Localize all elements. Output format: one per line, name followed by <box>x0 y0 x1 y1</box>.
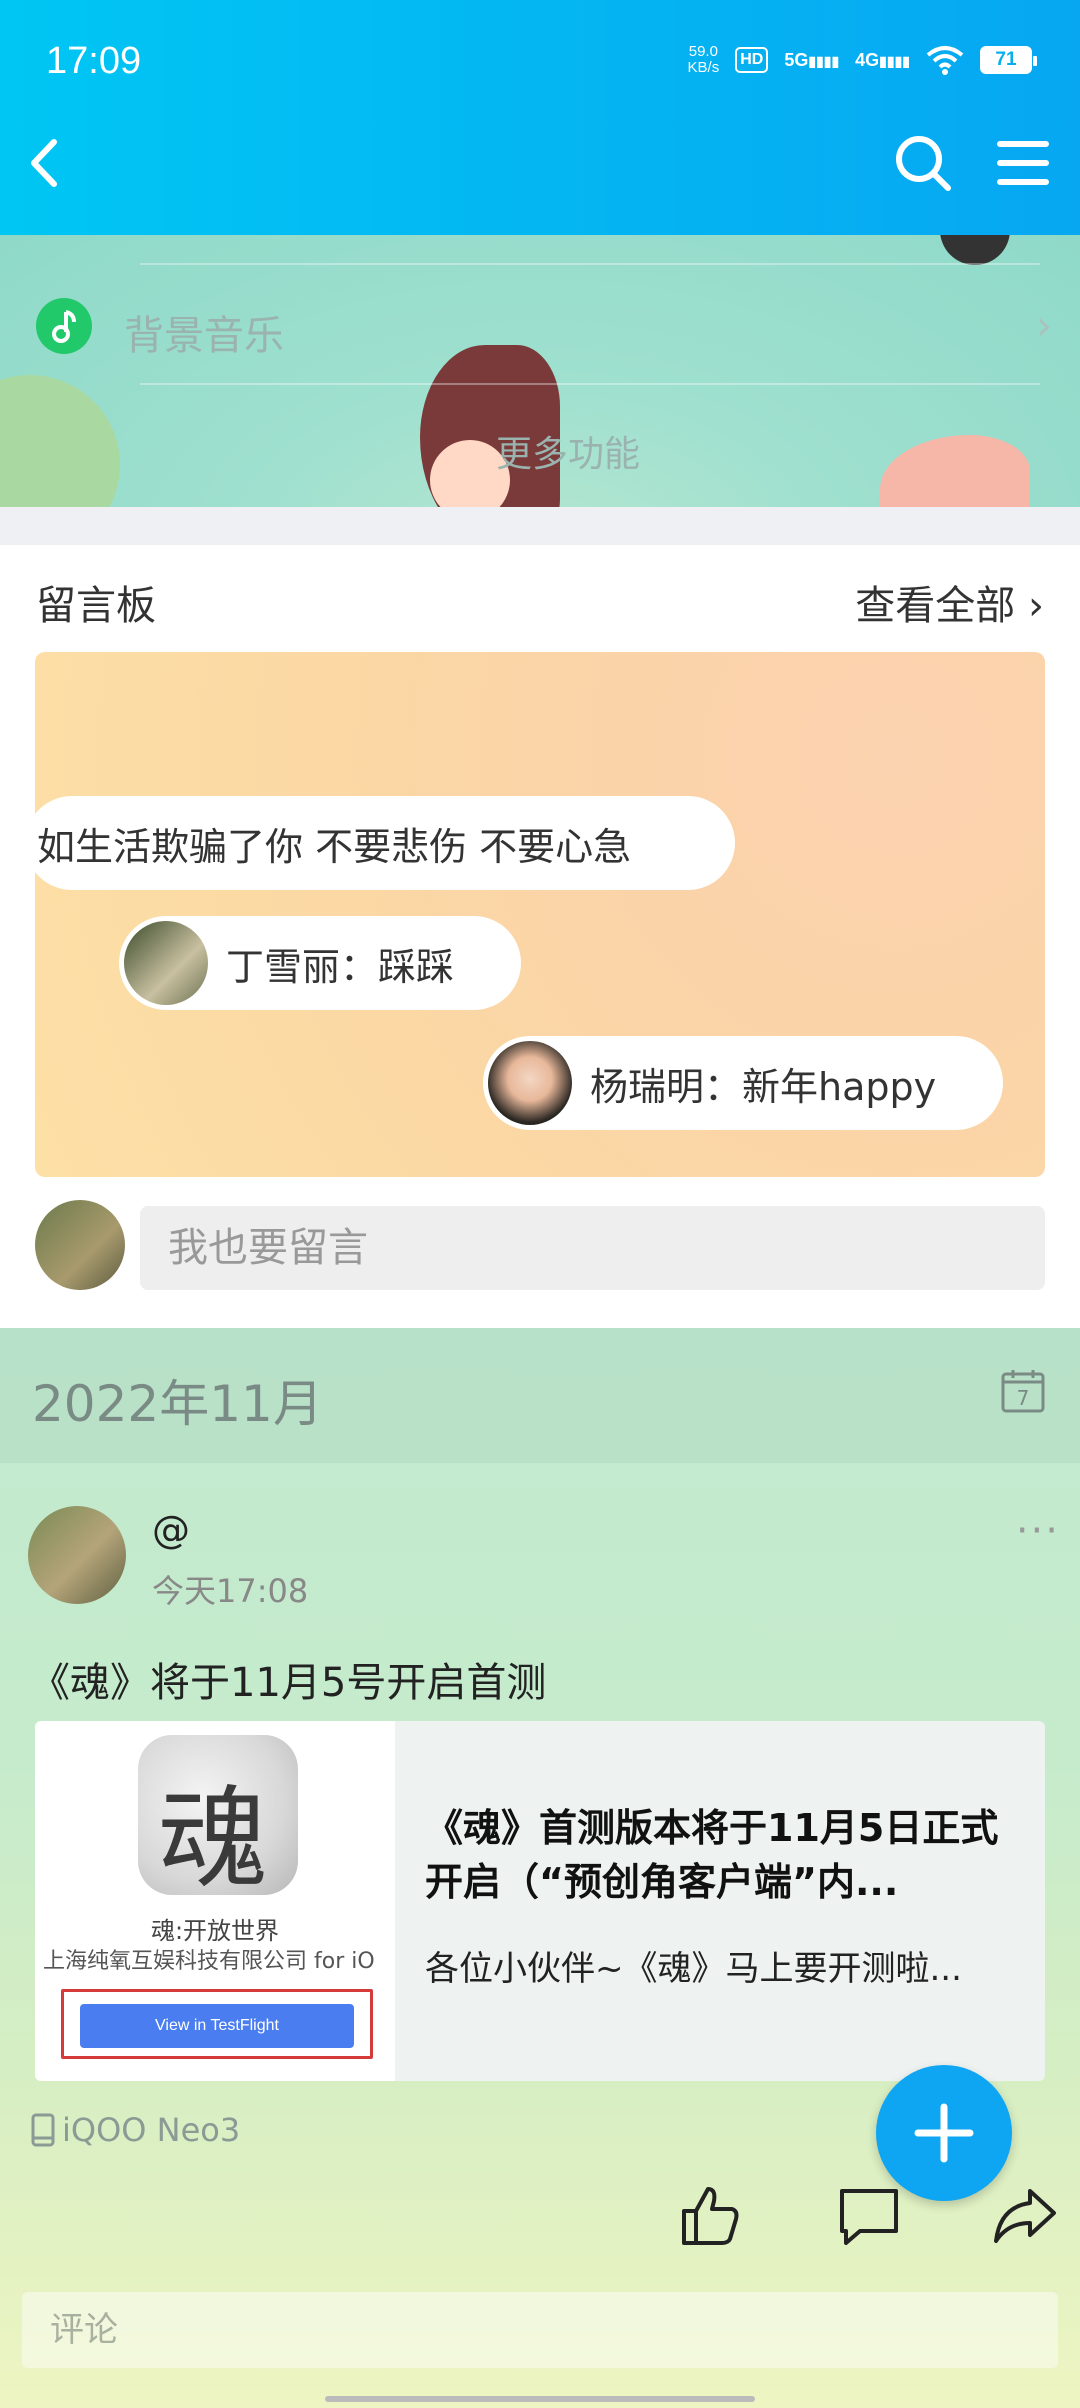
chevron-right-icon[interactable]: › <box>1036 303 1052 349</box>
avatar <box>35 1200 125 1290</box>
message-bubble[interactable]: 如生活欺骗了你 不要悲伤 不要心急 <box>35 796 735 890</box>
battery-icon: 71 <box>980 46 1037 74</box>
guestbook-section: 留言板 查看全部 › 如生活欺骗了你 不要悲伤 不要心急 丁雪丽：踩踩 杨瑞明：… <box>0 545 1080 1328</box>
more-options-icon[interactable]: ··· <box>1016 1508 1060 1554</box>
wifi-icon <box>926 46 964 75</box>
avatar <box>124 921 208 1005</box>
status-time: 17:09 <box>46 40 142 82</box>
divider <box>140 383 1040 385</box>
thumbs-up-icon <box>682 2187 739 2245</box>
device-tag: iQOO Neo3 <box>30 2111 240 2149</box>
like-button[interactable] <box>676 2181 746 2251</box>
feed-section: 2022年11月 7 @ 今天17:08 ··· 《魂》将于11月5号开启首测 … <box>0 1328 1080 2408</box>
section-gap <box>0 507 1080 545</box>
phone-icon <box>31 2113 55 2147</box>
link-thumbnail: 魂 魂:开放世界 上海纯氧互娱科技有限公司 for iO View in Tes… <box>35 1721 395 2081</box>
more-features-label[interactable]: 更多功能 <box>496 425 640 477</box>
app-name: 魂:开放世界 <box>150 1917 280 1945</box>
guestbook-danmaku-card[interactable]: 如生活欺骗了你 不要悲伤 不要心急 丁雪丽：踩踩 杨瑞明：新年happy <box>35 652 1045 1177</box>
signal-5g-icon: 5G▮▮▮▮ <box>784 49 840 70</box>
hd-icon: HD <box>735 47 769 73</box>
post-text: 《魂》将于11月5号开启首测 <box>30 1660 547 1706</box>
plus-icon <box>914 2103 974 2163</box>
net-speed: 59.0 KB/s <box>687 43 720 76</box>
leave-message-input[interactable]: 我也要留言 <box>140 1206 1045 1290</box>
background-music-label[interactable]: 背景音乐 <box>124 303 284 361</box>
calendar-icon[interactable]: 7 <box>1000 1368 1046 1414</box>
guestbook-input-row: 我也要留言 <box>0 1198 1080 1298</box>
month-header: 2022年11月 7 <box>0 1328 1080 1463</box>
back-arrow-icon <box>31 139 57 187</box>
chevron-right-icon: › <box>1028 583 1044 629</box>
guestbook-title: 留言板 <box>36 583 156 629</box>
add-post-button[interactable] <box>876 2065 1012 2201</box>
shared-link-card[interactable]: 魂 魂:开放世界 上海纯氧互娱科技有限公司 for iO View in Tes… <box>35 1721 1045 2081</box>
link-description: 各位小伙伴~《魂》马上要开测啦... <box>425 1949 962 1989</box>
menu-button[interactable] <box>988 128 1058 198</box>
signal-4g-icon: 4G▮▮▮▮ <box>855 49 910 70</box>
author-avatar[interactable] <box>28 1506 126 1604</box>
music-note-icon <box>36 298 92 354</box>
background-music-panel: 背景音乐 › 更多功能 <box>0 235 1080 507</box>
divider <box>140 263 1040 265</box>
month-label: 2022年11月 <box>32 1375 323 1433</box>
decor-shape <box>940 235 1010 265</box>
view-all-link[interactable]: 查看全部 › <box>855 573 1044 631</box>
search-icon <box>896 136 951 191</box>
app-company: 上海纯氧互娱科技有限公司 for iO <box>43 1949 375 1974</box>
home-indicator[interactable] <box>325 2396 755 2402</box>
status-bar: 17:09 59.0 KB/s HD 5G▮▮▮▮ 4G▮▮▮▮ 71 <box>0 0 1080 130</box>
decor-shape <box>880 435 1030 507</box>
post-time: 今天17:08 <box>152 1572 309 1610</box>
message-bubble[interactable]: 丁雪丽：踩踩 <box>119 916 521 1010</box>
comment-input[interactable]: 评论 <box>22 2292 1058 2368</box>
author-name[interactable]: @ <box>152 1508 190 1552</box>
menu-icon <box>997 141 1049 185</box>
message-bubble[interactable]: 杨瑞明：新年happy <box>483 1036 1003 1130</box>
back-button[interactable] <box>10 128 80 198</box>
avatar <box>488 1041 572 1125</box>
search-button[interactable] <box>888 128 958 198</box>
decor-shape <box>0 375 120 507</box>
status-icons: 59.0 KB/s HD 5G▮▮▮▮ 4G▮▮▮▮ 71 <box>687 43 1037 76</box>
app-icon: 魂 <box>138 1735 298 1895</box>
testflight-button: View in TestFlight <box>80 2004 354 2048</box>
testflight-highlight: View in TestFlight <box>61 1989 373 2059</box>
link-title: 《魂》首测版本将于11月5日正式开启（“预创角客户端”内... <box>425 1806 999 1904</box>
header-bar: 17:09 59.0 KB/s HD 5G▮▮▮▮ 4G▮▮▮▮ 71 <box>0 0 1080 235</box>
svg-text:7: 7 <box>1017 1386 1030 1410</box>
